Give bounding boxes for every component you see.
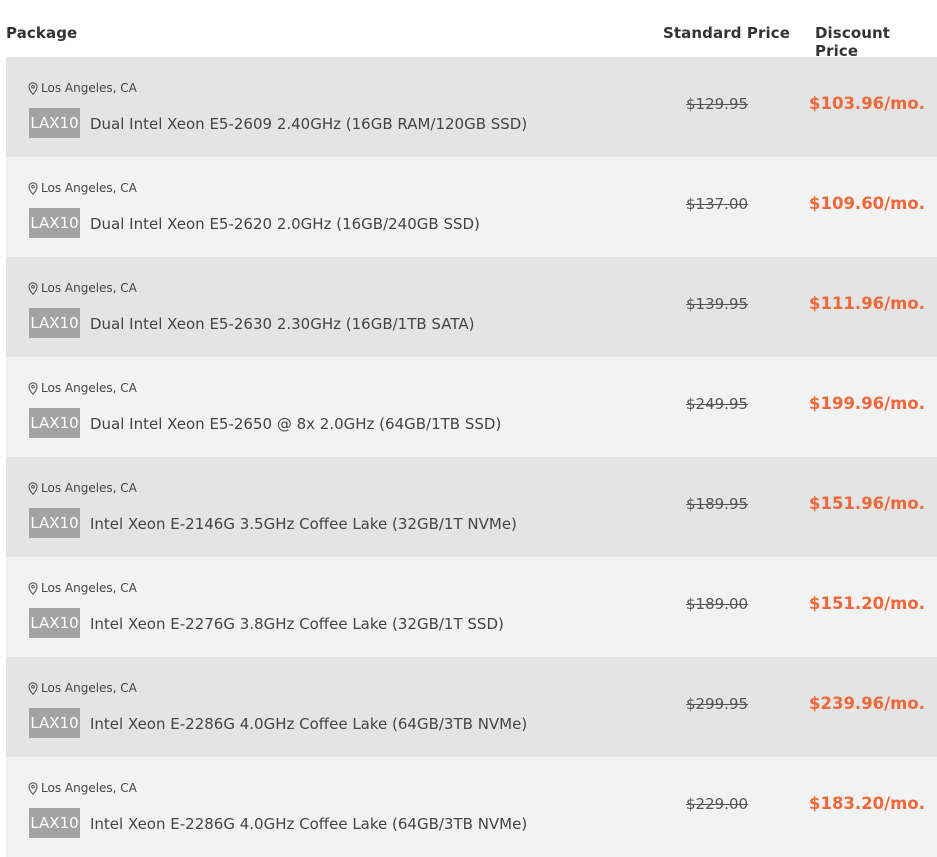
- location-label: Los Angeles, CA: [41, 681, 137, 695]
- standard-price: $139.95: [686, 295, 749, 313]
- location: Los Angeles, CA: [28, 281, 137, 295]
- discount-price: $111.96/mo.: [809, 294, 925, 313]
- datacenter-badge: LAX10: [29, 408, 80, 438]
- datacenter-badge: LAX10: [29, 508, 80, 538]
- table-header: Package Standard Price Discount Price: [6, 0, 937, 60]
- datacenter-badge: LAX10: [29, 608, 80, 638]
- location: Los Angeles, CA: [28, 81, 137, 95]
- standard-price: $189.00: [686, 595, 749, 613]
- package-name: Dual Intel Xeon E5-2650 @ 8x 2.0GHz (64G…: [90, 415, 502, 433]
- map-pin-icon: [28, 81, 38, 95]
- table-row[interactable]: Los Angeles, CA LAX10 Intel Xeon E-2286G…: [6, 657, 937, 757]
- header-standard-price: Standard Price: [663, 24, 790, 42]
- header-discount-price: Discount Price: [815, 24, 891, 60]
- map-pin-icon: [28, 781, 38, 795]
- package-name: Dual Intel Xeon E5-2609 2.40GHz (16GB RA…: [90, 115, 528, 133]
- package-name: Dual Intel Xeon E5-2620 2.0GHz (16GB/240…: [90, 215, 480, 233]
- package-name: Intel Xeon E-2286G 4.0GHz Coffee Lake (6…: [90, 815, 528, 833]
- discount-price: $199.96/mo.: [809, 394, 925, 413]
- datacenter-badge: LAX10: [29, 708, 80, 738]
- standard-price: $229.00: [686, 795, 749, 813]
- location-label: Los Angeles, CA: [41, 781, 137, 795]
- standard-price: $189.95: [686, 495, 749, 513]
- map-pin-icon: [28, 181, 38, 195]
- table-row[interactable]: Los Angeles, CA LAX10 Intel Xeon E-2276G…: [6, 557, 937, 657]
- discount-price: $103.96/mo.: [809, 94, 925, 113]
- location-label: Los Angeles, CA: [41, 381, 137, 395]
- location: Los Angeles, CA: [28, 481, 137, 495]
- package-name: Intel Xeon E-2146G 3.5GHz Coffee Lake (3…: [90, 515, 517, 533]
- discount-price: $239.96/mo.: [809, 694, 925, 713]
- location-label: Los Angeles, CA: [41, 181, 137, 195]
- table-row[interactable]: Los Angeles, CA LAX10 Dual Intel Xeon E5…: [6, 157, 937, 257]
- location: Los Angeles, CA: [28, 781, 137, 795]
- standard-price: $299.95: [686, 695, 749, 713]
- pricing-table: Package Standard Price Discount Price Lo…: [6, 0, 937, 857]
- map-pin-icon: [28, 481, 38, 495]
- discount-price: $151.96/mo.: [809, 494, 925, 513]
- location: Los Angeles, CA: [28, 681, 137, 695]
- table-row[interactable]: Los Angeles, CA LAX10 Dual Intel Xeon E5…: [6, 357, 937, 457]
- map-pin-icon: [28, 281, 38, 295]
- location-label: Los Angeles, CA: [41, 281, 137, 295]
- location: Los Angeles, CA: [28, 581, 137, 595]
- standard-price: $249.95: [686, 395, 749, 413]
- map-pin-icon: [28, 581, 38, 595]
- location: Los Angeles, CA: [28, 381, 137, 395]
- datacenter-badge: LAX10: [29, 308, 80, 338]
- datacenter-badge: LAX10: [29, 108, 80, 138]
- table-row[interactable]: Los Angeles, CA LAX10 Dual Intel Xeon E5…: [6, 257, 937, 357]
- table-row[interactable]: Los Angeles, CA LAX10 Intel Xeon E-2286G…: [6, 757, 937, 857]
- standard-price: $137.00: [686, 195, 749, 213]
- location-label: Los Angeles, CA: [41, 481, 137, 495]
- datacenter-badge: LAX10: [29, 208, 80, 238]
- package-name: Dual Intel Xeon E5-2630 2.30GHz (16GB/1T…: [90, 315, 475, 333]
- package-name: Intel Xeon E-2276G 3.8GHz Coffee Lake (3…: [90, 615, 504, 633]
- map-pin-icon: [28, 681, 38, 695]
- location-label: Los Angeles, CA: [41, 581, 137, 595]
- location-label: Los Angeles, CA: [41, 81, 137, 95]
- datacenter-badge: LAX10: [29, 808, 80, 838]
- map-pin-icon: [28, 381, 38, 395]
- table-row[interactable]: Los Angeles, CA LAX10 Dual Intel Xeon E5…: [6, 57, 937, 157]
- discount-price: $109.60/mo.: [809, 194, 925, 213]
- discount-price: $183.20/mo.: [809, 794, 925, 813]
- header-package: Package: [6, 24, 78, 42]
- location: Los Angeles, CA: [28, 181, 137, 195]
- package-name: Intel Xeon E-2286G 4.0GHz Coffee Lake (6…: [90, 715, 528, 733]
- discount-price: $151.20/mo.: [809, 594, 925, 613]
- table-row[interactable]: Los Angeles, CA LAX10 Intel Xeon E-2146G…: [6, 457, 937, 557]
- standard-price: $129.95: [686, 95, 749, 113]
